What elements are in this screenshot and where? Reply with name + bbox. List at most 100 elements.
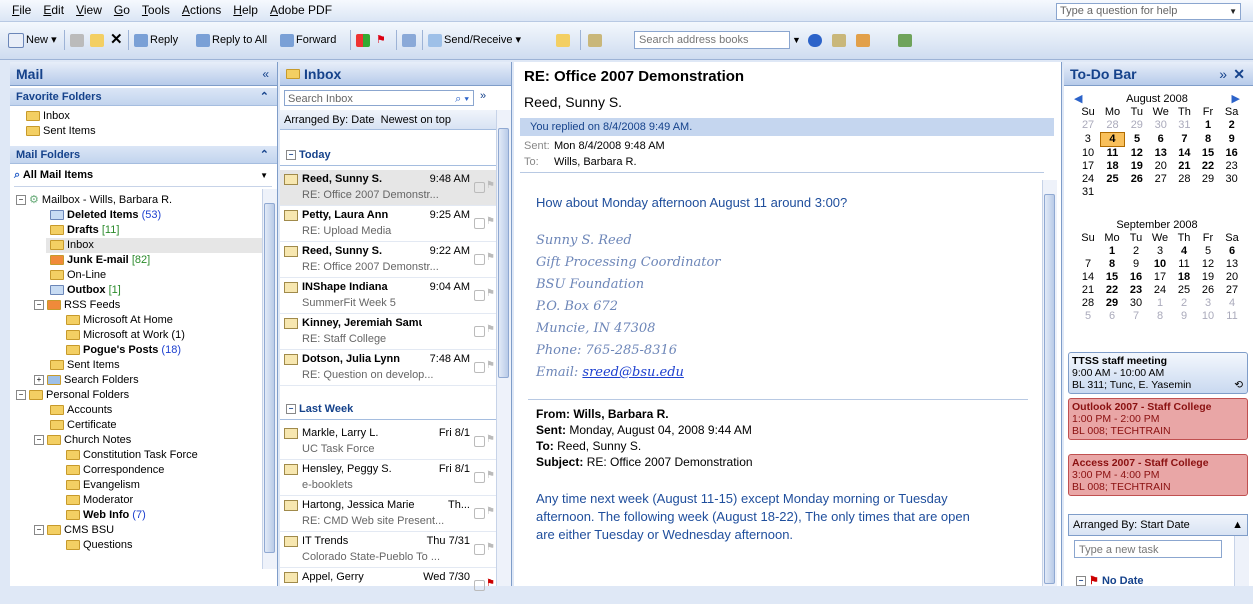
calendar-day[interactable]: 5 bbox=[1125, 133, 1149, 147]
tools-button-3[interactable] bbox=[898, 30, 914, 50]
categorize-button[interactable] bbox=[356, 30, 372, 50]
message-row[interactable]: Reed, Sunny S. 9:22 AM RE: Office 2007 Dem… bbox=[280, 242, 496, 278]
reply-all-button[interactable]: Reply to All bbox=[196, 30, 267, 50]
appointment-ttss[interactable]: TTSS staff meeting 9:00 AM - 10:00 AM BL 3… bbox=[1068, 352, 1248, 394]
mail-folders-header[interactable]: Mail Folders ⌃ bbox=[10, 146, 277, 164]
chevron-up-icon[interactable]: ▲ bbox=[1232, 515, 1243, 535]
calendar-day[interactable]: 8 bbox=[1196, 133, 1220, 147]
flag-icon[interactable]: ⚑ bbox=[486, 542, 495, 553]
message-row[interactable]: Markle, Larry L. Fri 8/1 UC Task Force ⚑ bbox=[280, 424, 496, 460]
message-row[interactable]: Hartong, Jessica Marie Th... RE: CMD Web s… bbox=[280, 496, 496, 532]
collapse-toggle-icon[interactable]: − bbox=[34, 435, 44, 446]
calendar-day[interactable]: 9 bbox=[1172, 310, 1196, 323]
calendar-day[interactable]: 19 bbox=[1196, 271, 1220, 284]
delete-button[interactable]: ✕ bbox=[110, 30, 123, 50]
calendar-day[interactable]: 30 bbox=[1149, 119, 1173, 133]
calendar-day[interactable]: 26 bbox=[1196, 284, 1220, 297]
folder-deleted-items[interactable]: Deleted Items (53) bbox=[50, 208, 161, 223]
dropdown-arrow-icon[interactable]: ▼ bbox=[1229, 4, 1237, 19]
expand-icon[interactable]: » bbox=[1219, 62, 1227, 86]
calendar-day[interactable]: 14 bbox=[1173, 147, 1197, 161]
folder-evangelism[interactable]: Evangelism bbox=[66, 478, 140, 493]
menu-file[interactable]: File bbox=[6, 0, 37, 21]
chevron-up-icon[interactable]: ⌃ bbox=[260, 146, 269, 164]
calendar-day[interactable]: 20 bbox=[1149, 160, 1173, 173]
address-dropdown[interactable]: ▼ bbox=[792, 30, 801, 50]
menu-view[interactable]: View bbox=[70, 0, 108, 21]
flag-icon[interactable]: ⚑ bbox=[486, 578, 495, 589]
task-scrollbar[interactable] bbox=[1234, 536, 1249, 586]
calendar-day[interactable] bbox=[1100, 186, 1125, 199]
calendar-day[interactable]: 25 bbox=[1100, 173, 1125, 186]
new-button[interactable]: New ▾ bbox=[8, 30, 57, 50]
calendar-day[interactable]: 26 bbox=[1125, 173, 1149, 186]
group-today[interactable]: − Today bbox=[280, 144, 496, 166]
nav-scroll-thumb[interactable] bbox=[264, 203, 275, 553]
category-checkbox[interactable] bbox=[474, 436, 485, 447]
calendar-day[interactable]: 6 bbox=[1149, 133, 1173, 147]
tools-button-2[interactable] bbox=[856, 30, 872, 50]
calendar-day[interactable]: 29 bbox=[1100, 297, 1124, 310]
flag-icon[interactable]: ⚑ bbox=[486, 216, 495, 227]
menu-help[interactable]: Help bbox=[227, 0, 264, 21]
collapse-toggle-icon[interactable]: − bbox=[34, 525, 44, 536]
appointment-access[interactable]: Access 2007 - Staff College 3:00 PM - 4:0… bbox=[1068, 454, 1248, 496]
send-receive-button[interactable]: Send/Receive ▾ bbox=[428, 30, 521, 50]
category-checkbox[interactable] bbox=[474, 182, 485, 193]
expand-toggle-icon[interactable]: + bbox=[34, 375, 44, 386]
calendar-day[interactable]: 31 bbox=[1076, 186, 1100, 199]
next-month-icon[interactable]: ▶ bbox=[1232, 92, 1240, 106]
search-inbox-input[interactable]: Search Inbox ⌕ ▾ bbox=[284, 90, 474, 106]
calendar-day[interactable]: 13 bbox=[1220, 258, 1244, 271]
calendar-day[interactable]: 21 bbox=[1076, 284, 1100, 297]
category-checkbox[interactable] bbox=[474, 326, 485, 337]
folder-rss-feeds[interactable]: − RSS Feeds bbox=[34, 298, 120, 313]
folder-outbox[interactable]: Outbox [1] bbox=[50, 283, 121, 298]
menu-edit[interactable]: Edit bbox=[37, 0, 70, 21]
calendar-day[interactable]: 27 bbox=[1149, 173, 1173, 186]
category-checkbox[interactable] bbox=[474, 290, 485, 301]
collapse-toggle-icon[interactable]: − bbox=[286, 150, 296, 161]
folder-drafts[interactable]: Drafts [11] bbox=[50, 223, 119, 238]
flag-icon[interactable]: ⚑ bbox=[486, 288, 495, 299]
flag-icon[interactable]: ⚑ bbox=[486, 470, 495, 481]
calendar-day[interactable]: 10 bbox=[1076, 147, 1100, 161]
calendar-day[interactable] bbox=[1196, 186, 1220, 199]
email-link[interactable]: sreed@bsu.edu bbox=[582, 365, 683, 380]
calendar-day[interactable]: 14 bbox=[1076, 271, 1100, 284]
message-row[interactable]: Dotson, Julia Lynn 7:48 AM RE: Question on… bbox=[280, 350, 496, 386]
fav-inbox[interactable]: Inbox bbox=[26, 109, 70, 124]
folder-ms-work[interactable]: Microsoft at Work (1) bbox=[66, 328, 185, 343]
folder-sent-items[interactable]: Sent Items bbox=[50, 358, 120, 373]
task-group-no-date[interactable]: − ⚑ No Date bbox=[1076, 574, 1144, 587]
calendar-day[interactable]: 27 bbox=[1220, 284, 1244, 297]
collapse-toggle-icon[interactable]: − bbox=[286, 404, 296, 415]
calendar-day[interactable]: 22 bbox=[1100, 284, 1124, 297]
calendar-day[interactable] bbox=[1220, 186, 1244, 199]
message-row[interactable]: INShape Indiana 9:04 AM SummerFit Week 5 ⚑ bbox=[280, 278, 496, 314]
calendar-day[interactable]: 13 bbox=[1149, 147, 1173, 161]
calendar-day[interactable]: 22 bbox=[1196, 160, 1220, 173]
collapse-toggle-icon[interactable]: − bbox=[1076, 576, 1086, 587]
flag-icon[interactable]: ⚑ bbox=[486, 506, 495, 517]
menu-adobe-pdf[interactable]: Adobe PDF bbox=[264, 0, 338, 21]
arrange-by-bar[interactable]: Arranged By: Date Newest on top bbox=[280, 110, 511, 130]
category-checkbox[interactable] bbox=[474, 362, 485, 373]
folder-search-folders[interactable]: + Search Folders bbox=[34, 373, 139, 388]
message-sender[interactable]: Reed, Sunny S. bbox=[524, 94, 622, 110]
calendar-day[interactable]: 17 bbox=[1076, 160, 1100, 173]
help-button[interactable] bbox=[808, 30, 824, 50]
calendar-day[interactable]: 9 bbox=[1220, 133, 1244, 147]
folder-ms-home[interactable]: Microsoft At Home bbox=[66, 313, 173, 328]
calendar-day[interactable] bbox=[1173, 186, 1197, 199]
folder-moderator[interactable]: Moderator bbox=[66, 493, 133, 508]
calendar-day[interactable]: 23 bbox=[1220, 160, 1244, 173]
category-checkbox[interactable] bbox=[474, 508, 485, 519]
menu-go[interactable]: Go bbox=[108, 0, 136, 21]
collapse-icon[interactable]: « bbox=[262, 62, 269, 86]
personal-folders-root[interactable]: − Personal Folders bbox=[16, 388, 129, 403]
follow-up-button[interactable]: ⚑ bbox=[376, 30, 386, 50]
calendar-day[interactable]: 7 bbox=[1124, 310, 1148, 323]
calendar-day[interactable] bbox=[1125, 186, 1149, 199]
calendar-day[interactable]: 28 bbox=[1076, 297, 1100, 310]
